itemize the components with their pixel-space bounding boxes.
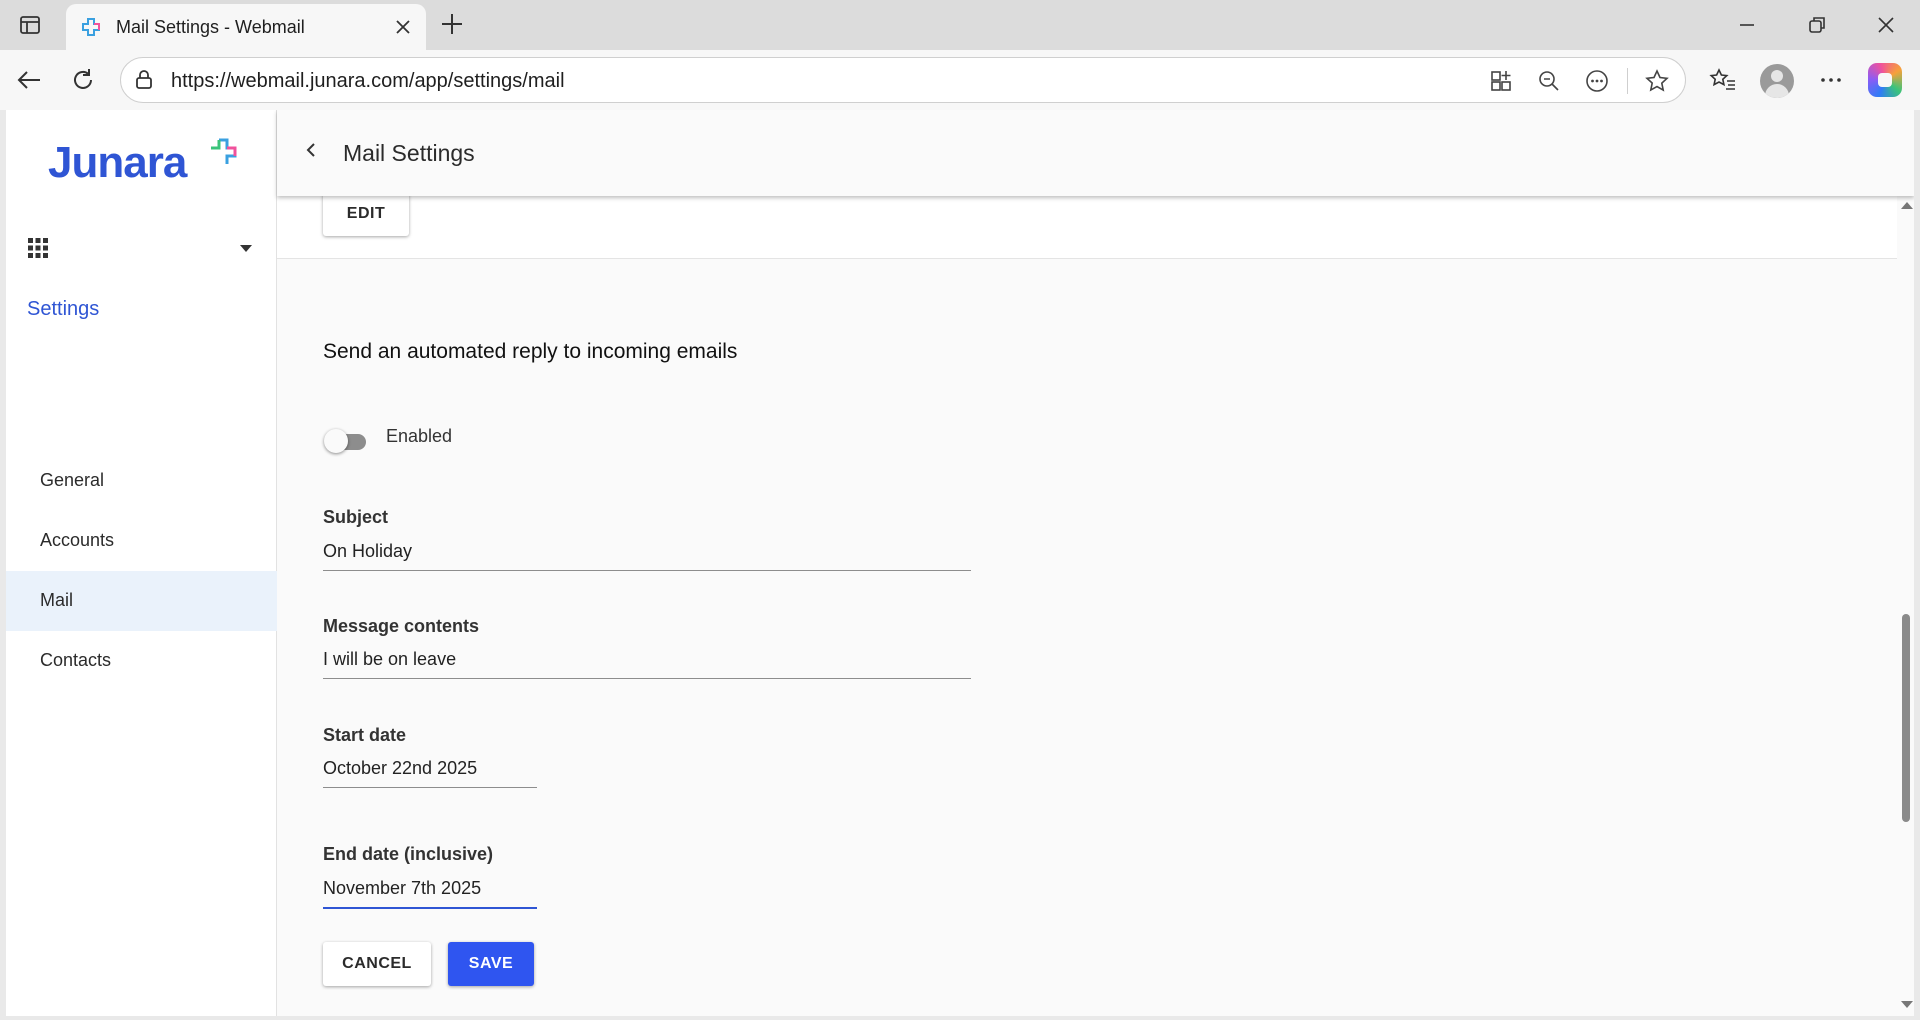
profile-avatar[interactable]	[1760, 64, 1794, 98]
end-date-label: End date (inclusive)	[323, 844, 494, 864]
settings-heading[interactable]: Settings	[27, 298, 99, 321]
scrollbar-thumb[interactable]	[1902, 614, 1910, 822]
scroll-up-arrow-icon[interactable]	[1901, 202, 1913, 209]
app-grid-icon[interactable]	[26, 236, 50, 260]
scroll-down-arrow-icon[interactable]	[1901, 1001, 1913, 1008]
more-tools-icon[interactable]	[1583, 67, 1611, 95]
junara-logo[interactable]: Junara	[48, 138, 237, 198]
start-date-field[interactable]: October 22nd 2025	[323, 758, 537, 788]
nav-item-label: General	[40, 470, 105, 490]
browser-tab-bar: Mail Settings - Webmail	[0, 0, 1920, 50]
content-scrollbar[interactable]	[1897, 196, 1914, 1016]
close-window-icon[interactable]	[1871, 10, 1901, 40]
previous-settings-card: EDIT	[277, 192, 1897, 259]
content-header: Mail Settings	[277, 110, 1914, 196]
nav-item-accounts[interactable]: Accounts	[6, 511, 277, 571]
end-date-field[interactable]: November 7th 2025	[323, 878, 537, 909]
restore-icon[interactable]	[1802, 10, 1832, 40]
app-available-icon[interactable]	[1487, 67, 1515, 95]
start-date-label: Start date	[323, 725, 407, 745]
url-divider	[1627, 68, 1628, 94]
browser-toolbar: https://webmail.junara.com/app/settings/…	[0, 50, 1920, 110]
favorite-star-icon[interactable]	[1643, 67, 1671, 95]
back-arrow-icon[interactable]	[14, 65, 44, 95]
settings-sidebar: Junara Settings General Accounts Mail Co…	[6, 110, 277, 1016]
save-button[interactable]: SAVE	[448, 942, 534, 986]
message-field[interactable]: I will be on leave	[323, 649, 971, 679]
close-tab-icon[interactable]	[390, 14, 416, 40]
more-options-icon[interactable]	[1816, 65, 1846, 95]
enabled-toggle[interactable]	[322, 426, 374, 456]
chevron-left-icon[interactable]	[301, 140, 321, 160]
junara-favicon-icon	[82, 18, 100, 36]
subject-field[interactable]: On Holiday	[323, 541, 971, 571]
caret-down-icon[interactable]	[236, 238, 256, 258]
minimize-icon[interactable]	[1732, 10, 1762, 40]
lock-icon[interactable]	[133, 69, 155, 91]
message-label: Message contents	[323, 616, 480, 636]
enabled-toggle-label: Enabled	[386, 426, 453, 446]
browser-tab[interactable]: Mail Settings - Webmail	[66, 4, 426, 50]
page-title: Mail Settings	[343, 140, 475, 166]
new-tab-icon[interactable]	[438, 10, 466, 38]
cancel-button[interactable]: CANCEL	[323, 942, 431, 986]
favorites-icon[interactable]	[1708, 65, 1738, 95]
refresh-icon[interactable]	[68, 65, 98, 95]
logo-text: Junara	[48, 138, 187, 187]
copilot-icon[interactable]	[1868, 63, 1902, 97]
nav-item-contacts[interactable]: Contacts	[6, 631, 277, 691]
edit-button[interactable]: EDIT	[323, 192, 409, 236]
tab-title: Mail Settings - Webmail	[116, 17, 305, 37]
auto-reply-title: Send an automated reply to incoming emai…	[323, 340, 738, 363]
sidebar-toggle-icon[interactable]	[18, 13, 42, 37]
nav-item-label: Contacts	[40, 650, 112, 670]
subject-label: Subject	[323, 507, 389, 527]
zoom-out-icon[interactable]	[1535, 67, 1563, 95]
nav-item-mail[interactable]: Mail	[6, 571, 277, 631]
webmail-page: Junara Settings General Accounts Mail Co…	[6, 110, 1914, 1016]
nav-item-label: Mail	[40, 590, 74, 610]
logo-cross-icon	[211, 138, 237, 164]
nav-item-general[interactable]: General	[6, 451, 277, 511]
address-bar[interactable]: https://webmail.junara.com/app/settings/…	[120, 57, 1686, 103]
nav-item-label: Accounts	[40, 530, 115, 550]
url-text[interactable]: https://webmail.junara.com/app/settings/…	[171, 70, 565, 93]
